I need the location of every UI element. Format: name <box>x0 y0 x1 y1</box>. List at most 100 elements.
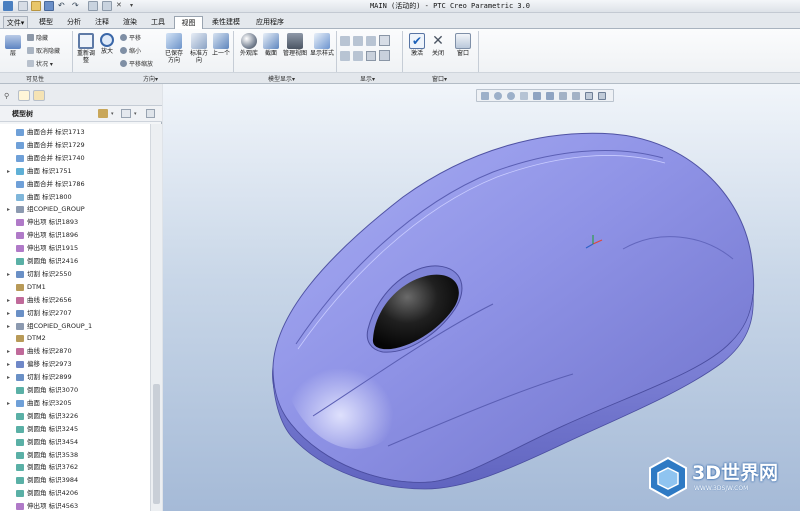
expand-arrow-icon[interactable]: ▸ <box>7 371 10 384</box>
zoom-out-button[interactable]: 缩小 <box>120 46 141 55</box>
tree-filter-icon[interactable] <box>121 109 131 118</box>
tree-item[interactable]: ▸ 曲面 标识1751 <box>0 165 150 178</box>
tag-display-icon[interactable] <box>366 51 376 61</box>
close-button[interactable]: ✕ 关闭 <box>429 33 447 57</box>
tree-item[interactable]: ▸ 切割 标识2707 <box>0 307 150 320</box>
tree-item[interactable]: 伸出项 标识4563 <box>0 500 150 511</box>
previous-orientation-button[interactable]: 上一个 <box>212 33 230 57</box>
tree-settings-icon[interactable] <box>98 109 108 118</box>
group-label-orientation[interactable]: 方向▾ <box>143 74 158 83</box>
tree-item[interactable]: ▸ 切割 标识2899 <box>0 371 150 384</box>
favorites-tab-icon[interactable] <box>33 90 45 101</box>
tab-model[interactable]: 模型 <box>34 16 58 29</box>
scrollbar-thumb[interactable] <box>153 384 160 504</box>
point-tag-display-icon[interactable] <box>379 50 390 61</box>
section-button[interactable]: 截面 <box>262 33 280 57</box>
expand-arrow-icon[interactable]: ▸ <box>7 294 10 307</box>
pan-zoom-button[interactable]: 平移缩放 <box>120 59 153 68</box>
hide-button[interactable]: 隐藏 <box>27 33 48 42</box>
tree-item[interactable]: 倒圆角 标识3538 <box>0 449 150 462</box>
tree-item[interactable]: 倒圆角 标识3984 <box>0 474 150 487</box>
expand-arrow-icon[interactable]: ▸ <box>7 358 10 371</box>
tree-item[interactable]: 伸出项 标识1915 <box>0 242 150 255</box>
tree-columns-icon[interactable] <box>146 109 155 118</box>
group-label-window[interactable]: 窗口▾ <box>432 74 447 83</box>
tab-flexible-modeling[interactable]: 柔性建模 <box>206 16 246 29</box>
save-icon[interactable] <box>44 1 54 11</box>
undo-icon[interactable]: ↶ <box>58 1 68 11</box>
tree-item[interactable]: ▸ 曲线 标识2870 <box>0 345 150 358</box>
unhide-button[interactable]: 取消隐藏 <box>27 46 60 55</box>
expand-arrow-icon[interactable]: ▸ <box>7 268 10 281</box>
windows-button[interactable]: 窗口 <box>454 33 472 57</box>
tree-item[interactable]: 倒圆角 标识2416 <box>0 255 150 268</box>
folder-browser-tab-icon[interactable] <box>18 90 30 101</box>
pan-button[interactable]: 平移 <box>120 33 141 42</box>
tab-render[interactable]: 渲染 <box>118 16 142 29</box>
tree-item[interactable]: DTM1 <box>0 281 150 294</box>
new-file-icon[interactable] <box>18 1 28 11</box>
expand-arrow-icon[interactable]: ▸ <box>7 397 10 410</box>
tree-item[interactable]: 倒圆角 标识3454 <box>0 436 150 449</box>
group-label-display[interactable]: 显示▾ <box>360 74 375 83</box>
tab-annotate[interactable]: 注释 <box>90 16 114 29</box>
tree-item[interactable]: 曲面合并 标识1729 <box>0 139 150 152</box>
zoom-in-button[interactable]: 放大 <box>99 33 115 55</box>
model-tree-scrollbar[interactable] <box>150 124 162 511</box>
tree-item[interactable]: 曲面合并 标识1713 <box>0 126 150 139</box>
tab-applications[interactable]: 应用程序 <box>250 16 290 29</box>
plane-display-icon[interactable] <box>340 36 350 46</box>
standard-orientation-button[interactable]: 标准方向 <box>189 33 209 64</box>
mouse-model[interactable] <box>163 84 800 511</box>
expand-arrow-icon[interactable]: ▸ <box>7 203 10 216</box>
saved-orientations-button[interactable]: 已保存方向 <box>164 33 184 64</box>
display-style-button[interactable]: 显示样式 <box>310 33 334 57</box>
tree-item[interactable]: ▸ 切割 标识2550 <box>0 268 150 281</box>
tree-item[interactable]: 倒圆角 标识3245 <box>0 423 150 436</box>
appearance-gallery-button[interactable]: 外观库 <box>238 33 260 57</box>
tree-item[interactable]: 倒圆角 标识3070 <box>0 384 150 397</box>
group-label-model-display[interactable]: 模型显示▾ <box>268 74 295 83</box>
manage-views-button[interactable]: 管理视图 <box>283 33 307 57</box>
tree-item[interactable]: 倒圆角 标识4206 <box>0 487 150 500</box>
layer-button[interactable]: 层 <box>4 35 22 57</box>
activate-button[interactable]: ✔ 激活 <box>408 33 426 57</box>
tab-file[interactable]: 文件▾ <box>3 16 28 29</box>
model-tree-tab-icon[interactable]: ⚲ <box>4 92 9 100</box>
tree-item[interactable]: 曲面 标识1800 <box>0 191 150 204</box>
tab-analysis[interactable]: 分析 <box>62 16 86 29</box>
tree-item[interactable]: DTM2 <box>0 332 150 345</box>
expand-arrow-icon[interactable]: ▸ <box>7 345 10 358</box>
tree-item[interactable]: 伸出项 标识1893 <box>0 216 150 229</box>
annotation-display-icon[interactable] <box>340 51 350 61</box>
quick-access-dropdown-icon[interactable]: ▾ <box>130 1 140 11</box>
redo-icon[interactable]: ↷ <box>72 1 82 11</box>
open-folder-icon[interactable] <box>31 1 41 11</box>
tree-filter-dropdown-icon[interactable]: ▾ <box>134 111 137 117</box>
csys-display-icon[interactable] <box>379 35 390 46</box>
tree-item[interactable]: ▸ 曲面 标识3205 <box>0 397 150 410</box>
expand-arrow-icon[interactable]: ▸ <box>7 307 10 320</box>
group-label-visibility[interactable]: 可见性 <box>26 74 44 83</box>
tree-item[interactable]: 伸出项 标识1896 <box>0 229 150 242</box>
regenerate-icon[interactable] <box>88 1 98 11</box>
tree-settings-dropdown-icon[interactable]: ▾ <box>111 111 114 117</box>
tab-tools[interactable]: 工具 <box>146 16 170 29</box>
tree-item[interactable]: 倒圆角 标识3762 <box>0 461 150 474</box>
tree-item[interactable]: 曲面合并 标识1786 <box>0 178 150 191</box>
axis-display-icon[interactable] <box>353 36 363 46</box>
tree-item[interactable]: ▸ 组COPIED_GROUP_1 <box>0 320 150 333</box>
tree-item[interactable]: ▸ 偏移 标识2973 <box>0 358 150 371</box>
tree-item[interactable]: ▸ 组COPIED_GROUP <box>0 203 150 216</box>
tree-item[interactable]: 曲面合并 标识1740 <box>0 152 150 165</box>
graphics-viewport[interactable]: 3D世界网 WWW.3DSJW.COM <box>163 84 800 511</box>
expand-arrow-icon[interactable]: ▸ <box>7 320 10 333</box>
tab-view[interactable]: 视图 <box>174 16 203 30</box>
expand-arrow-icon[interactable]: ▸ <box>7 165 10 178</box>
tree-item[interactable]: ▸ 曲线 标识2656 <box>0 294 150 307</box>
tree-item[interactable]: 倒圆角 标识3226 <box>0 410 150 423</box>
point-display-icon[interactable] <box>366 36 376 46</box>
windows-icon[interactable] <box>102 1 112 11</box>
close-window-icon[interactable]: ✕ <box>116 1 126 11</box>
status-dropdown[interactable]: 状况 ▾ <box>27 59 53 68</box>
